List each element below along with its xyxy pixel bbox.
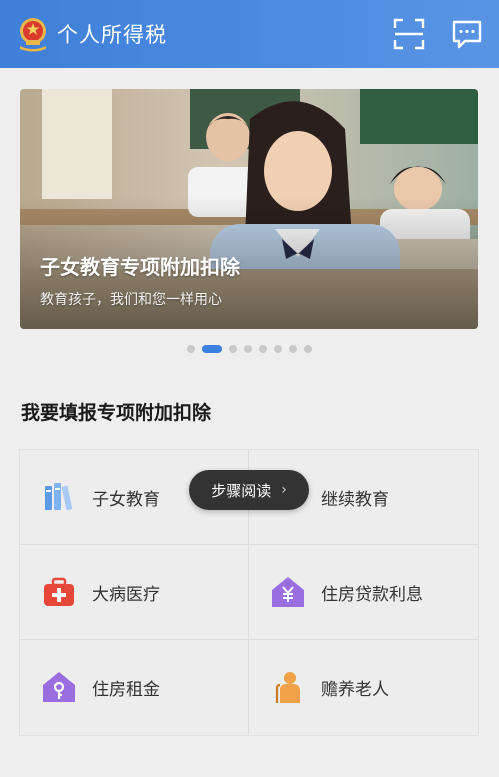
- app-title: 个人所得税: [57, 23, 167, 47]
- step-reading-label: 步骤阅读: [211, 481, 272, 500]
- carousel-dot[interactable]: [289, 345, 297, 353]
- elderly-icon: [275, 672, 300, 703]
- carousel-dot[interactable]: [304, 345, 312, 353]
- chevron-right-icon: ›: [281, 482, 287, 498]
- medical-kit-icon: [44, 577, 74, 606]
- national-emblem-icon: [20, 18, 46, 52]
- carousel-dot[interactable]: [274, 345, 282, 353]
- carousel-dot[interactable]: [259, 345, 267, 353]
- house-yen-icon: [272, 577, 304, 607]
- carousel-dot[interactable]: [187, 345, 195, 353]
- promo-banner[interactable]: 子女教育专项附加扣除 教育孩子，我们和您一样用心: [20, 89, 478, 329]
- item-label: 子女教育: [92, 489, 160, 510]
- app-header: 个人所得税: [0, 0, 499, 68]
- item-serious-illness[interactable]: 大病医疗: [20, 545, 248, 639]
- item-label: 赡养老人: [321, 679, 389, 700]
- item-housing-loan-interest[interactable]: 住房贷款利息: [249, 545, 477, 639]
- carousel-dot[interactable]: [229, 345, 237, 353]
- item-label: 大病医疗: [92, 584, 160, 605]
- carousel-dot[interactable]: [244, 345, 252, 353]
- books-icon: [45, 483, 73, 511]
- banner-subtitle: 教育孩子，我们和您一样用心: [40, 292, 222, 308]
- item-housing-rent[interactable]: 住房租金: [20, 640, 248, 734]
- carousel-dot[interactable]: [202, 345, 222, 353]
- step-reading-button[interactable]: 步骤阅读 ›: [189, 470, 309, 510]
- message-icon[interactable]: [450, 17, 484, 51]
- scan-icon[interactable]: [392, 17, 426, 51]
- house-key-icon: [43, 672, 75, 702]
- section-title: 我要填报专项附加扣除: [21, 402, 212, 424]
- banner-title: 子女教育专项附加扣除: [40, 255, 240, 279]
- item-elderly-support[interactable]: 赡养老人: [249, 640, 477, 734]
- carousel-indicator: [187, 344, 312, 354]
- item-label: 住房贷款利息: [321, 584, 423, 605]
- item-label: 住房租金: [92, 679, 160, 700]
- item-label: 继续教育: [321, 489, 389, 510]
